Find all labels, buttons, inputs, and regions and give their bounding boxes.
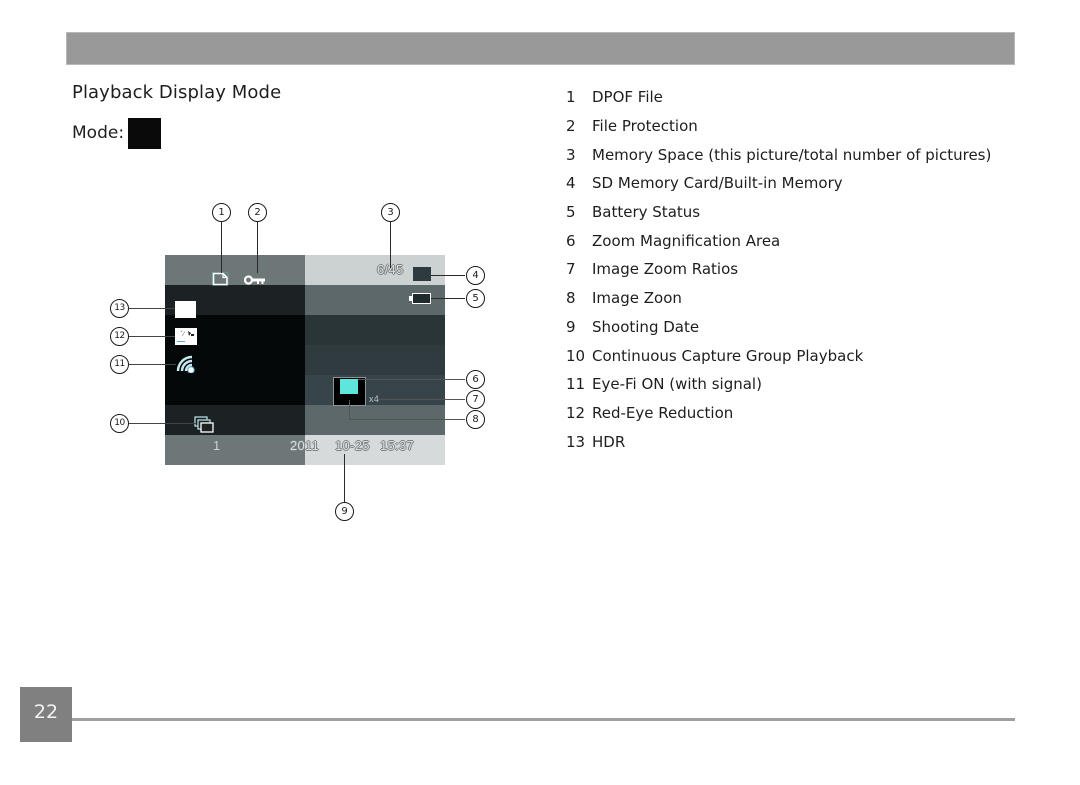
callout-leader-8v <box>349 400 350 419</box>
shooting-date-year: 2011 <box>290 438 320 453</box>
group-index: 1 <box>213 438 221 453</box>
callout-7: 7 <box>466 390 485 409</box>
legend-item: 2 File Protection <box>566 112 991 141</box>
camera-screen-diagram: 6/45 ˇ⁄ x4 1 2011 10-25 15:37 <box>165 255 445 465</box>
callout-12: 12 <box>110 327 129 346</box>
page-number: 22 <box>20 687 72 742</box>
legend-number: 1 <box>566 88 576 107</box>
callout-4: 4 <box>466 266 485 285</box>
callout-2: 2 <box>248 203 267 222</box>
shooting-date-month-day: 10-25 <box>335 438 370 453</box>
legend-label: Memory Space (this picture/total number … <box>592 145 992 164</box>
screen-band <box>165 435 305 465</box>
legend-number: 12 <box>566 403 586 422</box>
legend-number: 4 <box>566 174 576 193</box>
screen-band <box>165 255 305 285</box>
callout-1: 1 <box>212 203 231 222</box>
legend-number: 10 <box>566 346 586 365</box>
footer-rule <box>72 718 1015 721</box>
legend-label: HDR <box>592 432 626 451</box>
legend-item: 5 Battery Status <box>566 198 991 227</box>
legend-label: Shooting Date <box>592 317 700 336</box>
battery-icon <box>412 293 431 304</box>
legend-item: 9 Shooting Date <box>566 313 991 342</box>
dpof-file-icon <box>212 272 229 286</box>
zoom-magnification-area <box>340 379 358 394</box>
callout-leader-1 <box>221 222 222 273</box>
legend-label: Eye-Fi ON (with signal) <box>592 375 762 394</box>
battery-tip-icon <box>409 296 412 301</box>
legend-item: 3 Memory Space (this picture/total number… <box>566 140 991 169</box>
callout-leader-12 <box>129 336 175 337</box>
legend-label: DPOF File <box>592 88 663 107</box>
legend-item: 6 Zoom Magnification Area <box>566 226 991 255</box>
legend-item: 7 Image Zoom Ratios <box>566 255 991 284</box>
file-protection-key-icon <box>244 275 265 285</box>
page-header-bar <box>66 32 1015 65</box>
callout-leader-8 <box>349 419 465 420</box>
legend-number: 13 <box>566 432 586 451</box>
legend-item: 12 Red-Eye Reduction <box>566 399 991 428</box>
mode-label: Mode: <box>72 123 125 143</box>
legend-label: Red-Eye Reduction <box>592 403 734 422</box>
legend-label: Battery Status <box>592 203 701 222</box>
legend-label: File Protection <box>592 117 698 136</box>
legend-item: 11 Eye-Fi ON (with signal) <box>566 370 991 399</box>
callout-13: 13 <box>110 299 129 318</box>
screen-band <box>305 435 445 465</box>
playback-mode-icon <box>128 118 161 149</box>
legend-item: 8 Image Zoon <box>566 284 991 313</box>
legend-item: 13 HDR <box>566 427 991 456</box>
legend-item: 4 SD Memory Card/Built-in Memory <box>566 169 991 198</box>
callout-9: 9 <box>335 502 354 521</box>
hdr-icon <box>175 301 196 318</box>
callout-leader-7 <box>378 399 465 400</box>
legend-label: SD Memory Card/Built-in Memory <box>592 174 843 193</box>
screen-band <box>305 405 445 435</box>
legend-number: 5 <box>566 203 576 222</box>
sd-card-icon <box>413 267 431 281</box>
legend-label: Continuous Capture Group Playback <box>592 346 864 365</box>
callout-leader-5 <box>431 298 465 299</box>
legend-label: Image Zoom Ratios <box>592 260 739 279</box>
eye-fi-signal-icon <box>176 355 195 373</box>
legend-label: Image Zoon <box>592 289 682 308</box>
legend-item: 1 DPOF File <box>566 83 991 112</box>
screen-band <box>165 405 305 435</box>
legend-item: 10 Continuous Capture Group Playback <box>566 341 991 370</box>
legend-number: 8 <box>566 289 576 308</box>
continuous-capture-group-icon <box>194 416 214 433</box>
legend-number: 7 <box>566 260 576 279</box>
legend-label: Zoom Magnification Area <box>592 231 781 250</box>
callout-leader-3 <box>390 222 391 268</box>
callout-8: 8 <box>466 410 485 429</box>
legend-number: 11 <box>566 375 586 394</box>
shooting-time: 15:37 <box>380 438 415 453</box>
callout-leader-11 <box>129 364 176 365</box>
callout-3: 3 <box>381 203 400 222</box>
section-title: Playback Display Mode <box>72 82 282 103</box>
callout-leader-10 <box>129 423 196 424</box>
callout-10: 10 <box>110 414 129 433</box>
callout-5: 5 <box>466 289 485 308</box>
callout-leader-13 <box>129 308 175 309</box>
legend-number: 9 <box>566 317 576 336</box>
callout-leader-4 <box>431 275 465 276</box>
callout-leader-2 <box>257 222 258 273</box>
legend-number: 6 <box>566 231 576 250</box>
callout-11: 11 <box>110 355 129 374</box>
screen-band <box>305 345 445 375</box>
screen-band <box>305 315 445 345</box>
callout-legend-list: 1 DPOF File 2 File Protection 3 Memory Spac… <box>566 83 991 456</box>
callout-leader-6 <box>358 379 465 380</box>
callout-leader-9 <box>344 454 345 502</box>
legend-number: 3 <box>566 145 576 164</box>
red-eye-reduction-icon: ˇ⁄ <box>175 328 197 345</box>
legend-number: 2 <box>566 117 576 136</box>
callout-6: 6 <box>466 370 485 389</box>
